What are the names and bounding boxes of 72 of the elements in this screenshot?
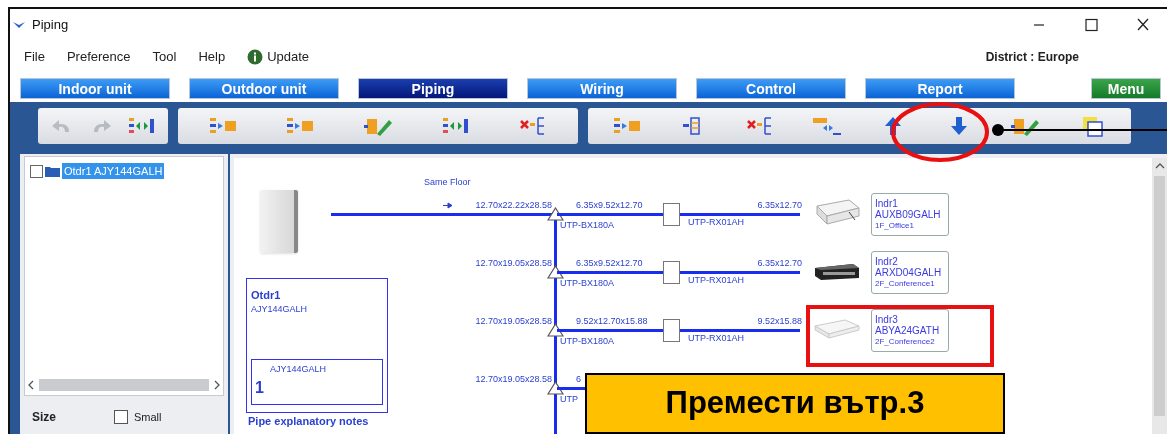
pipe-size-label: 12.70x19.05x28.58 xyxy=(474,257,552,270)
floor-label: Same Floor xyxy=(424,176,471,189)
folder-icon xyxy=(45,165,60,177)
branch-joint-icon xyxy=(547,265,564,279)
fitting-label: UTP-BX180A xyxy=(560,335,615,348)
unit-model: ABYA24GATH xyxy=(875,325,941,336)
pipe-size-label: 6.35x12.70 xyxy=(756,257,802,270)
pipe-size-label: 6.35x9.52x12.70 xyxy=(576,199,643,212)
branch-joint-icon xyxy=(547,323,564,337)
scroll-thumb[interactable] xyxy=(39,379,209,391)
size-option-label: Small xyxy=(134,409,162,425)
tree-item[interactable]: Otdr1 AJY144GALH xyxy=(62,163,165,179)
scroll-left-icon[interactable] xyxy=(27,380,35,390)
pipe-size-label: 9.52x15.88 xyxy=(756,315,802,328)
menu-button[interactable]: Menu xyxy=(1091,77,1161,99)
size-label: Size xyxy=(32,409,57,426)
vertical-scrollbar[interactable] xyxy=(1152,158,1167,434)
pipe-size-label: 12.70x19.05x28.58 xyxy=(474,315,552,328)
app-logo-icon xyxy=(12,19,26,30)
scroll-up-icon[interactable] xyxy=(1154,162,1165,170)
scroll-right-icon[interactable] xyxy=(213,380,221,390)
pipe-size-label: 12.70x19.05x28.58 xyxy=(474,373,552,386)
outdoor-unit-drawing xyxy=(260,190,298,253)
fitting-label: UTP xyxy=(560,393,578,406)
branch-joint-icon xyxy=(547,207,564,221)
menu-item[interactable]: File xyxy=(24,47,45,67)
fitting-label: UTP-RX01AH xyxy=(688,332,744,345)
room-label: 1F_Office1 xyxy=(875,220,915,231)
module-count: 1 xyxy=(255,378,264,398)
branch-joint-icon xyxy=(547,381,564,395)
info-icon xyxy=(247,49,264,65)
tab[interactable]: Report xyxy=(865,77,1015,99)
branch-box xyxy=(663,203,680,226)
menu-item[interactable]: Help xyxy=(198,47,226,67)
callout: Премести вътр.3 xyxy=(585,373,1005,434)
room-label: 2F_Conference2 xyxy=(875,336,936,347)
indoor-unit-drawing xyxy=(813,198,861,228)
fitting-label: UTP-RX01AH xyxy=(688,274,744,287)
fitting-label: UTP-RX01AH xyxy=(688,216,744,229)
branch-box xyxy=(663,319,680,342)
pipe-size-label: 6 xyxy=(576,373,581,386)
branch-box xyxy=(663,261,680,284)
tab[interactable]: Outdoor unit xyxy=(189,77,339,99)
district-label: District : Europe xyxy=(985,49,1079,66)
tab[interactable]: Piping xyxy=(358,77,508,99)
unit-model: AUXB09GALH xyxy=(875,209,942,220)
pipe-size-label: 6.35x9.52x12.70 xyxy=(576,257,643,270)
room-label: 2F_Conference1 xyxy=(875,278,936,289)
checkbox[interactable] xyxy=(114,410,128,424)
unit-model: AJY144GALH xyxy=(251,303,308,316)
fitting-label: UTP-BX180A xyxy=(560,219,615,232)
module-model: AJY144GALH xyxy=(270,363,327,376)
fitting-label: UTP-BX180A xyxy=(560,277,615,290)
update-menu-item[interactable]: Update xyxy=(247,47,310,67)
menu-item[interactable]: Tool xyxy=(152,47,177,67)
notes-heading: Pipe explanatory notes xyxy=(248,414,369,429)
pipe-size-label: 12.70x22.22x28.58 xyxy=(474,199,552,212)
arrow-icon xyxy=(443,202,453,209)
unit-name: Indr3 xyxy=(875,314,899,325)
pipe-size-label: 6.35x12.70 xyxy=(756,199,802,212)
pipe-size-label: 9.52x12.70x15.88 xyxy=(576,315,648,328)
unit-name: Indr2 xyxy=(875,256,899,267)
unit-name: Indr1 xyxy=(875,198,899,209)
tab[interactable]: Wiring xyxy=(527,77,677,99)
checkbox[interactable] xyxy=(30,164,43,178)
scroll-thumb[interactable] xyxy=(1154,176,1165,416)
tab[interactable]: Control xyxy=(696,77,846,99)
menu-item[interactable]: Preference xyxy=(66,47,131,67)
unit-model: ARXD04GALH xyxy=(875,267,943,278)
tab[interactable]: Indoor unit xyxy=(20,77,170,99)
window-title: Piping xyxy=(32,15,69,34)
unit-name: Otdr1 xyxy=(251,288,281,303)
